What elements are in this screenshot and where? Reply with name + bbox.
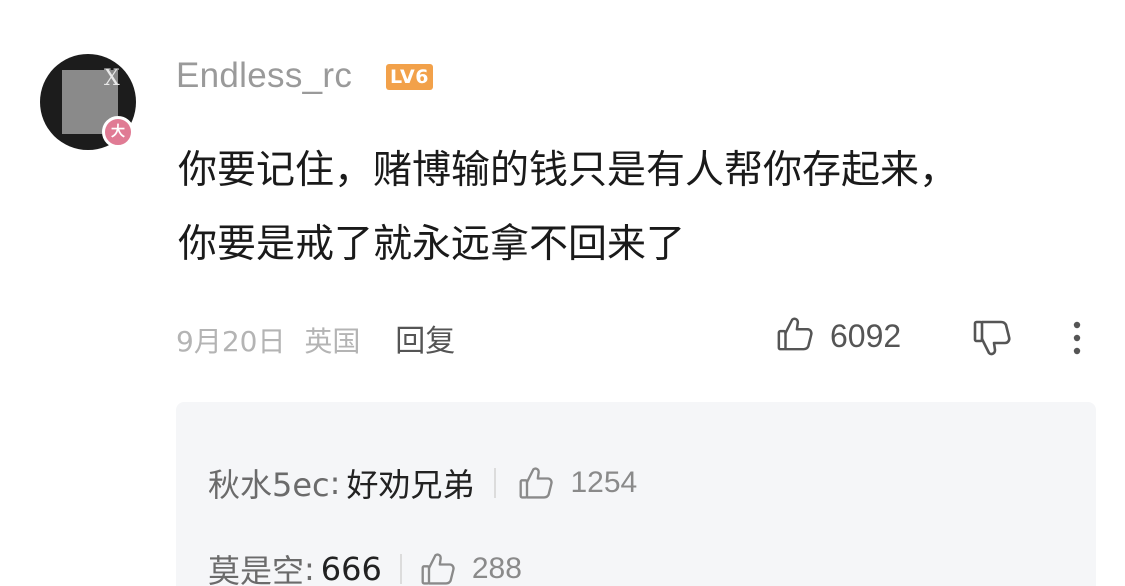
reply-username[interactable]: 秋水5ec <box>208 460 330 506</box>
like-count: 6092 <box>830 317 902 354</box>
replies-panel[interactable]: 秋水5ec : 好劝兄弟 1254 莫是空 : 666 288 <box>176 402 1096 586</box>
comment-username[interactable]: Endless_rc <box>176 56 352 96</box>
reply-username[interactable]: 莫是空 <box>208 546 304 586</box>
more-options-button[interactable] <box>1066 320 1088 356</box>
comment-body: 你要记住，赌博输的钱只是有人帮你存起来， 你要是戒了就永远拿不回来了 <box>178 134 1078 282</box>
comment-line: 你要是戒了就永远拿不回来了 <box>178 222 686 267</box>
thumbs-up-icon[interactable] <box>518 465 554 501</box>
reply-text: 666 <box>320 550 382 586</box>
thumbs-up-icon[interactable] <box>420 551 456 586</box>
comment-date: 9月20日 <box>176 325 286 358</box>
avatar-mark: X <box>104 66 120 91</box>
thumbs-up-icon <box>776 315 814 357</box>
like-button[interactable]: 6092 <box>776 314 901 358</box>
reply-colon: : <box>329 464 341 502</box>
reply-colon: : <box>304 550 315 586</box>
reply-like-count: 1254 <box>570 466 638 499</box>
comment-meta: 9月20日 英国 回复 <box>176 316 455 360</box>
comment-screen: X 大 Endless_rc LV6 你要记住，赌博输的钱只是有人帮你存起来， … <box>0 0 1125 586</box>
comment-region: 英国 <box>304 325 361 358</box>
comment-line: 你要记住，赌博输的钱只是有人帮你存起来， <box>178 148 959 193</box>
reply-text: 好劝兄弟 <box>346 466 475 504</box>
reply-button[interactable]: 回复 <box>395 324 455 359</box>
thumbs-down-icon <box>972 320 1012 362</box>
reply-item[interactable]: 莫是空 : 666 288 <box>208 546 522 586</box>
avatar-badge-icon: 大 <box>102 116 134 148</box>
level-badge: LV6 <box>386 64 433 90</box>
divider <box>494 468 497 498</box>
reply-like-count: 288 <box>471 552 522 585</box>
reply-item[interactable]: 秋水5ec : 好劝兄弟 1254 <box>208 460 637 506</box>
divider <box>399 554 402 584</box>
more-vertical-icon <box>1066 321 1088 360</box>
dislike-button[interactable] <box>972 318 1012 358</box>
